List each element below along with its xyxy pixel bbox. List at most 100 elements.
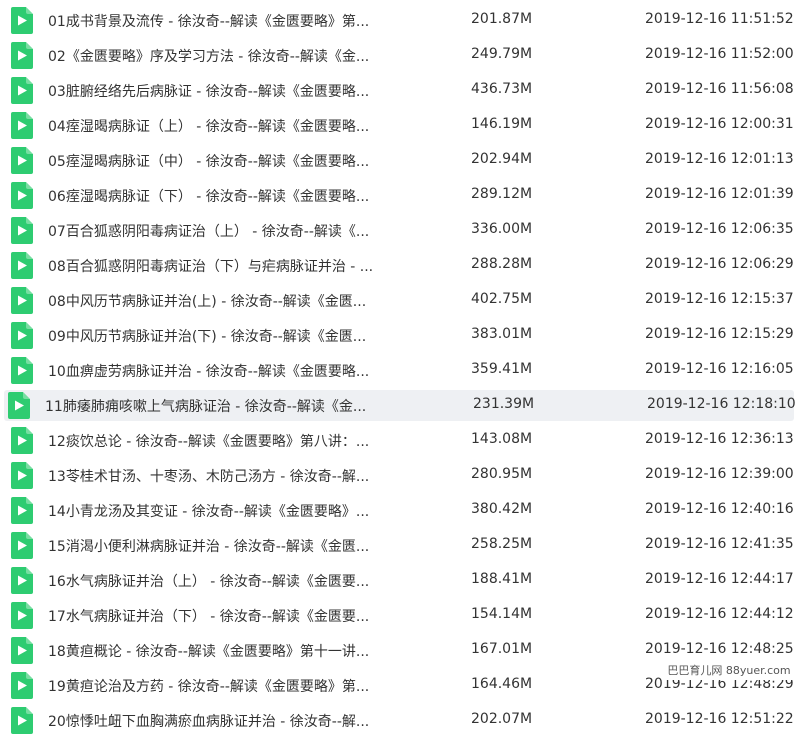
file-name: 09中风历节病脉证并治(下) - 徐汝奇--解读《金匮...: [48, 329, 367, 345]
file-name: 15消渴小便利淋病脉证并治 - 徐汝奇--解读《金匮...: [48, 539, 370, 555]
file-name: 08中风历节病脉证并治(上) - 徐汝奇--解读《金匮...: [48, 294, 367, 310]
file-size: 288.28M: [471, 256, 533, 272]
file-size: 154.14M: [471, 606, 533, 622]
file-modified-date: 2019-12-16 12:16:05: [645, 361, 794, 377]
file-row[interactable]: 06痓湿暍病脉证（下） - 徐汝奇--解读《金匮要略... 289.12M 2019…: [0, 178, 800, 213]
file-row[interactable]: 12痰饮总论 - 徐汝奇--解读《金匮要略》第八讲：... 143.08M 2019…: [0, 423, 800, 458]
video-file-icon: [11, 42, 33, 69]
file-size: 289.12M: [471, 186, 533, 202]
file-size: 402.75M: [471, 291, 533, 307]
file-size: 202.94M: [471, 151, 533, 167]
file-size: 280.95M: [471, 466, 533, 482]
file-name: 14小青龙汤及其变证 - 徐汝奇--解读《金匮要略》...: [48, 504, 370, 520]
file-modified-date: 2019-12-16 12:48:25: [645, 641, 794, 657]
file-name: 13苓桂术甘汤、十枣汤、木防己汤方 - 徐汝奇--解...: [48, 469, 370, 485]
file-modified-date: 2019-12-16 12:01:39: [645, 186, 794, 202]
file-name: 02《金匮要略》序及学习方法 - 徐汝奇--解读《金...: [48, 49, 370, 65]
file-modified-date: 2019-12-16 11:56:08: [645, 81, 794, 97]
file-row[interactable]: 01成书背景及流传 - 徐汝奇--解读《金匮要略》第... 201.87M 2019…: [0, 3, 800, 38]
file-row[interactable]: 16水气病脉证并治（上） - 徐汝奇--解读《金匮要... 188.41M 2019…: [0, 563, 800, 598]
file-name: 16水气病脉证并治（上） - 徐汝奇--解读《金匮要...: [48, 574, 370, 590]
file-modified-date: 2019-12-16 12:15:29: [645, 326, 794, 342]
file-name: 10血痹虚劳病脉证并治 - 徐汝奇--解读《金匮要略...: [48, 364, 370, 380]
video-file-icon: [11, 602, 33, 629]
file-row[interactable]: 05痓湿暍病脉证（中） - 徐汝奇--解读《金匮要略... 202.94M 2019…: [0, 143, 800, 178]
file-name: 01成书背景及流传 - 徐汝奇--解读《金匮要略》第...: [48, 14, 370, 30]
file-row[interactable]: 03脏腑经络先后病脉证 - 徐汝奇--解读《金匮要略... 436.73M 2019…: [0, 73, 800, 108]
file-size: 164.46M: [471, 676, 533, 692]
file-name: 04痓湿暍病脉证（上） - 徐汝奇--解读《金匮要略...: [48, 119, 370, 135]
video-file-icon: [11, 77, 33, 104]
file-name: 17水气病脉证并治（下） - 徐汝奇--解读《金匮要...: [48, 609, 370, 625]
video-file-icon: [11, 217, 33, 244]
file-modified-date: 2019-12-16 12:51:22: [645, 711, 794, 727]
file-size: 201.87M: [471, 11, 533, 27]
file-size: 380.42M: [471, 501, 533, 517]
file-row[interactable]: 02《金匮要略》序及学习方法 - 徐汝奇--解读《金... 249.79M 2019…: [0, 38, 800, 73]
video-file-icon: [11, 567, 33, 594]
file-row[interactable]: 20惊悸吐衄下血胸满瘀血病脉证并治 - 徐汝奇--解... 202.07M 2019…: [0, 703, 800, 738]
video-file-icon: [11, 427, 33, 454]
file-row[interactable]: 08中风历节病脉证并治(上) - 徐汝奇--解读《金匮... 402.75M 201…: [0, 283, 800, 318]
file-row[interactable]: 09中风历节病脉证并治(下) - 徐汝奇--解读《金匮... 383.01M 201…: [0, 318, 800, 353]
file-modified-date: 2019-12-16 12:41:35: [645, 536, 794, 552]
file-modified-date: 2019-12-16 12:36:13: [645, 431, 794, 447]
file-size: 146.19M: [471, 116, 533, 132]
watermark: 巴巴育儿网 88yuer.com: [663, 662, 795, 680]
video-file-icon: [11, 287, 33, 314]
file-row[interactable]: 07百合狐惑阴阳毒病证治（上） - 徐汝奇--解读《... 336.00M 2019…: [0, 213, 800, 248]
file-row[interactable]: 15消渴小便利淋病脉证并治 - 徐汝奇--解读《金匮... 258.25M 2019…: [0, 528, 800, 563]
video-file-icon: [11, 707, 33, 734]
video-file-icon: [11, 637, 33, 664]
file-row[interactable]: 08百合狐惑阴阳毒病证治（下）与疟病脉证并治 - ... 288.28M 2019-…: [0, 248, 800, 283]
file-modified-date: 2019-12-16 11:52:00: [645, 46, 794, 62]
video-file-icon: [11, 7, 33, 34]
file-modified-date: 2019-12-16 11:51:52: [645, 11, 794, 27]
video-file-icon: [11, 357, 33, 384]
video-file-icon: [11, 497, 33, 524]
file-modified-date: 2019-12-16 12:00:31: [645, 116, 794, 132]
file-name: 03脏腑经络先后病脉证 - 徐汝奇--解读《金匮要略...: [48, 84, 370, 100]
file-name: 19黄疸论治及方药 - 徐汝奇--解读《金匮要略》第...: [48, 679, 370, 695]
file-modified-date: 2019-12-16 12:18:10: [647, 396, 796, 412]
video-file-icon: [11, 147, 33, 174]
file-name: 07百合狐惑阴阳毒病证治（上） - 徐汝奇--解读《...: [48, 224, 370, 240]
file-size: 249.79M: [471, 46, 533, 62]
file-row[interactable]: 04痓湿暍病脉证（上） - 徐汝奇--解读《金匮要略... 146.19M 2019…: [0, 108, 800, 143]
file-name: 08百合狐惑阴阳毒病证治（下）与疟病脉证并治 - ...: [48, 259, 374, 275]
file-size: 436.73M: [471, 81, 533, 97]
file-modified-date: 2019-12-16 12:40:16: [645, 501, 794, 517]
file-modified-date: 2019-12-16 12:44:17: [645, 571, 794, 587]
file-name: 05痓湿暍病脉证（中） - 徐汝奇--解读《金匮要略...: [48, 154, 370, 170]
file-modified-date: 2019-12-16 12:06:35: [645, 221, 794, 237]
file-modified-date: 2019-12-16 12:39:00: [645, 466, 794, 482]
file-row[interactable]: 11肺痿肺痈咳嗽上气病脉证治 - 徐汝奇--解读《金... 231.39M 2019…: [0, 388, 800, 423]
file-row[interactable]: 14小青龙汤及其变证 - 徐汝奇--解读《金匮要略》... 380.42M 2019…: [0, 493, 800, 528]
video-file-icon: [11, 252, 33, 279]
file-row[interactable]: 10血痹虚劳病脉证并治 - 徐汝奇--解读《金匮要略... 359.41M 2019…: [0, 353, 800, 388]
file-size: 336.00M: [471, 221, 533, 237]
file-modified-date: 2019-12-16 12:44:12: [645, 606, 794, 622]
file-size: 359.41M: [471, 361, 533, 377]
video-file-icon: [11, 182, 33, 209]
file-modified-date: 2019-12-16 12:15:37: [645, 291, 794, 307]
video-file-icon: [11, 322, 33, 349]
file-size: 202.07M: [471, 711, 533, 727]
video-file-icon: [11, 672, 33, 699]
file-size: 231.39M: [473, 396, 535, 412]
file-name: 20惊悸吐衄下血胸满瘀血病脉证并治 - 徐汝奇--解...: [48, 714, 370, 730]
file-modified-date: 2019-12-16 12:01:13: [645, 151, 794, 167]
file-row[interactable]: 17水气病脉证并治（下） - 徐汝奇--解读《金匮要... 154.14M 2019…: [0, 598, 800, 633]
file-size: 188.41M: [471, 571, 533, 587]
file-size: 383.01M: [471, 326, 533, 342]
file-size: 258.25M: [471, 536, 533, 552]
file-row[interactable]: 13苓桂术甘汤、十枣汤、木防己汤方 - 徐汝奇--解... 280.95M 2019…: [0, 458, 800, 493]
file-name: 11肺痿肺痈咳嗽上气病脉证治 - 徐汝奇--解读《金...: [45, 399, 367, 415]
video-file-icon: [11, 532, 33, 559]
file-size: 167.01M: [471, 641, 533, 657]
video-file-icon: [11, 112, 33, 139]
video-file-icon: [8, 392, 30, 419]
video-file-icon: [11, 462, 33, 489]
file-size: 143.08M: [471, 431, 533, 447]
file-name: 18黄疸概论 - 徐汝奇--解读《金匮要略》第十一讲...: [48, 644, 370, 660]
